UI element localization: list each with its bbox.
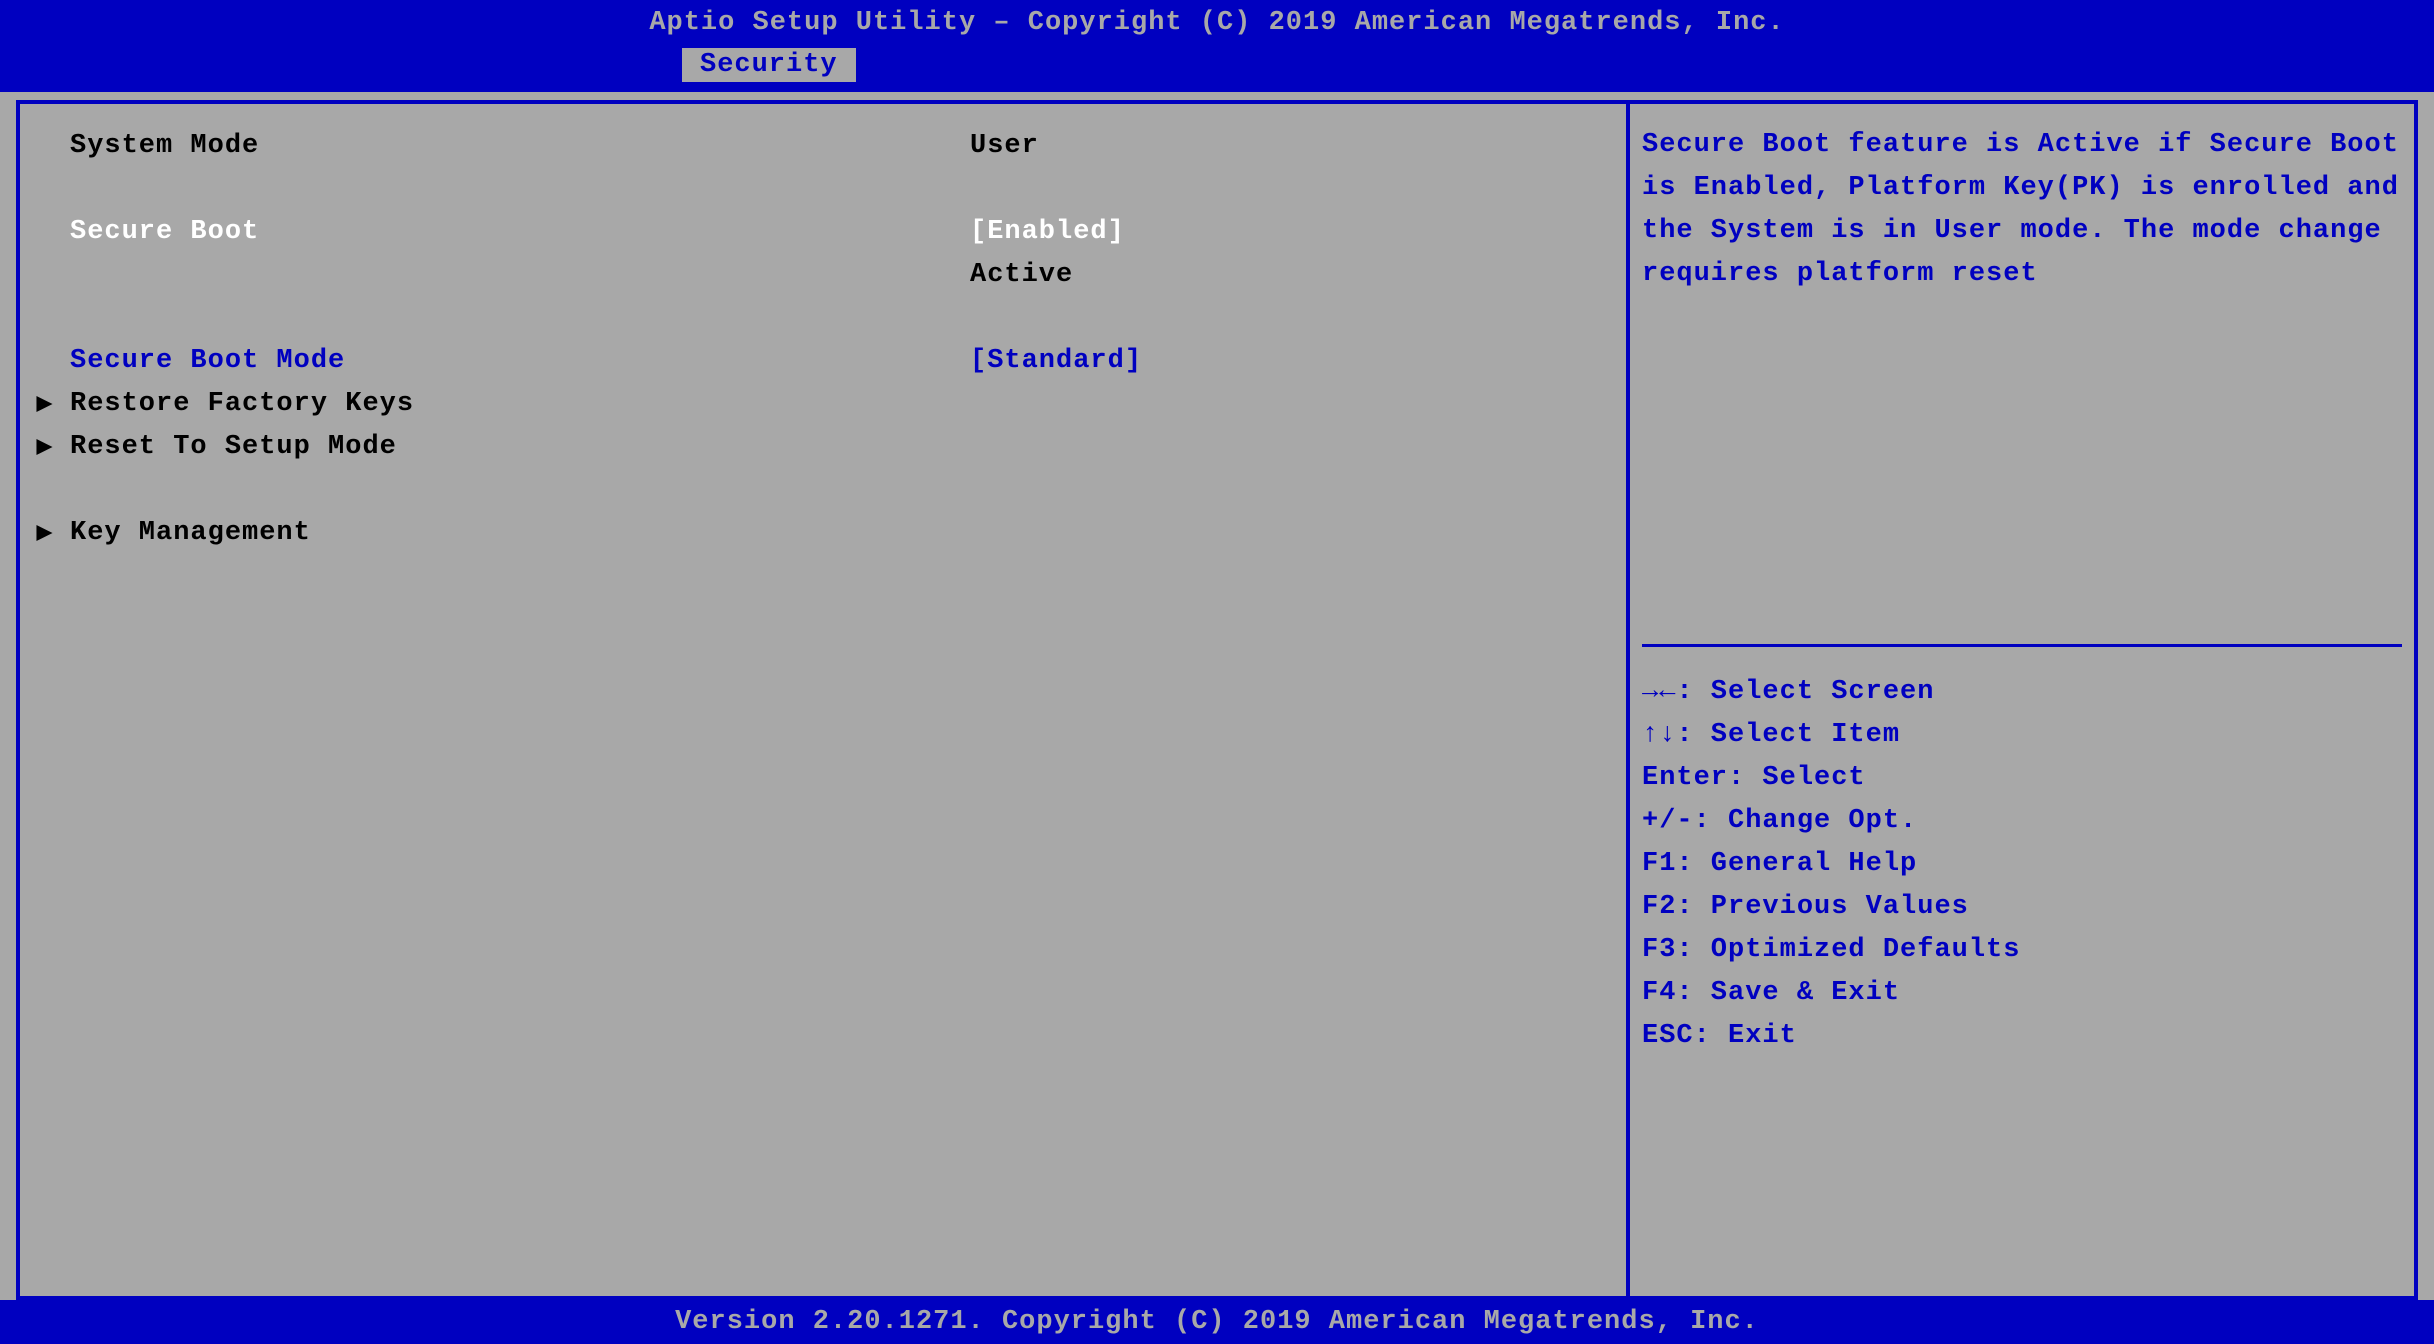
setting-system-mode: System Mode User (20, 124, 1626, 167)
submenu-arrow-icon: ▶ (20, 387, 70, 420)
setting-secure-boot[interactable]: Secure Boot [Enabled] (20, 210, 1626, 253)
setting-key-management[interactable]: ▶ Key Management (20, 511, 1626, 554)
tab-label: Security (700, 50, 838, 80)
restore-factory-keys-label: Restore Factory Keys (70, 389, 970, 419)
hotkey-change-opt: +/-: Change Opt. (1642, 800, 2402, 843)
submenu-arrow-icon: ▶ (20, 430, 70, 463)
bios-setup-screen: Aptio Setup Utility – Copyright (C) 2019… (0, 0, 2434, 1344)
hotkey-optimized-defaults: F3: Optimized Defaults (1642, 929, 2402, 972)
footer-text: Version 2.20.1271. Copyright (C) 2019 Am… (675, 1307, 1759, 1337)
settings-panel: System Mode User Secure Boot [Enabled] A… (16, 100, 1628, 1300)
setting-reset-to-setup-mode[interactable]: ▶ Reset To Setup Mode (20, 425, 1626, 468)
help-text: Secure Boot feature is Active if Secure … (1642, 124, 2402, 634)
blank-row (20, 468, 1626, 511)
setting-restore-factory-keys[interactable]: ▶ Restore Factory Keys (20, 382, 1626, 425)
secure-boot-label: Secure Boot (70, 217, 970, 247)
tab-row: Security (0, 46, 2434, 92)
title-bar: Aptio Setup Utility – Copyright (C) 2019… (0, 0, 2434, 46)
hotkey-select-screen: →←: Select Screen (1642, 671, 2402, 714)
footer-bar: Version 2.20.1271. Copyright (C) 2019 Am… (0, 1300, 2434, 1344)
secure-boot-status-row: Active (20, 253, 1626, 296)
tab-security[interactable]: Security (680, 46, 858, 82)
reset-to-setup-mode-label: Reset To Setup Mode (70, 432, 970, 462)
hotkey-list: →←: Select Screen ↑↓: Select Item Enter:… (1642, 671, 2402, 1058)
secure-boot-status: Active (970, 260, 1073, 290)
help-panel: Secure Boot feature is Active if Secure … (1628, 100, 2418, 1300)
secure-boot-mode-label: Secure Boot Mode (70, 346, 970, 376)
body-container: System Mode User Secure Boot [Enabled] A… (0, 92, 2434, 1300)
secure-boot-value: [Enabled] (970, 217, 1125, 247)
hotkey-exit: ESC: Exit (1642, 1015, 2402, 1058)
blank-row (20, 167, 1626, 210)
system-mode-value: User (970, 131, 1039, 161)
divider (1642, 644, 2402, 647)
blank-row (20, 296, 1626, 339)
hotkey-general-help: F1: General Help (1642, 843, 2402, 886)
hotkey-save-exit: F4: Save & Exit (1642, 972, 2402, 1015)
hotkey-previous-values: F2: Previous Values (1642, 886, 2402, 929)
hotkey-select: Enter: Select (1642, 757, 2402, 800)
submenu-arrow-icon: ▶ (20, 516, 70, 549)
secure-boot-mode-value: [Standard] (970, 346, 1142, 376)
system-mode-label: System Mode (70, 131, 970, 161)
key-management-label: Key Management (70, 518, 970, 548)
hotkey-select-item: ↑↓: Select Item (1642, 714, 2402, 757)
title-text: Aptio Setup Utility – Copyright (C) 2019… (649, 8, 1784, 38)
setting-secure-boot-mode[interactable]: Secure Boot Mode [Standard] (20, 339, 1626, 382)
